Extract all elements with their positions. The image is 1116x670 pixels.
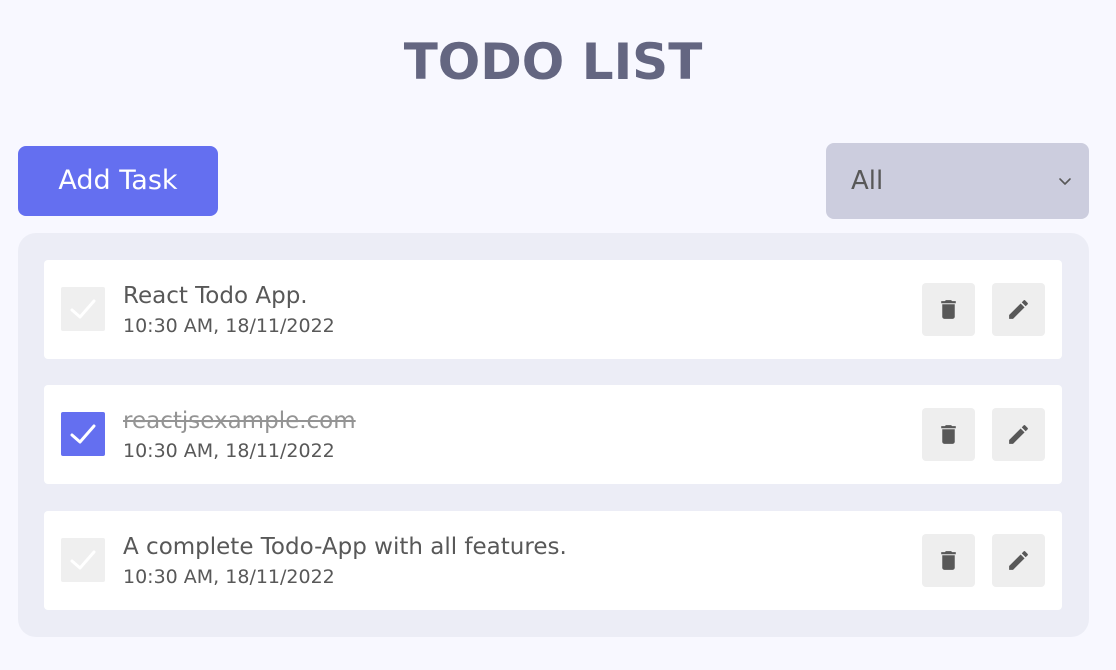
todo-title: reactjsexample.com — [123, 408, 356, 434]
delete-button[interactable] — [922, 283, 975, 336]
todo-checkbox[interactable] — [61, 538, 105, 582]
pencil-icon — [1009, 300, 1028, 319]
todo-title: React Todo App. — [123, 283, 308, 309]
todo-title: A complete Todo-App with all features. — [123, 534, 567, 560]
todo-timestamp: 10:30 AM, 18/11/2022 — [123, 566, 335, 588]
todo-timestamp: 10:30 AM, 18/11/2022 — [123, 440, 335, 462]
todo-item: React Todo App. 10:30 AM, 18/11/2022 — [44, 260, 1062, 359]
edit-button[interactable] — [992, 283, 1045, 336]
delete-button[interactable] — [922, 534, 975, 587]
trash-icon — [941, 551, 956, 570]
trash-icon — [941, 300, 956, 319]
todo-item: A complete Todo-App with all features. 1… — [44, 511, 1062, 610]
pencil-icon — [1009, 425, 1028, 444]
add-task-button[interactable]: Add Task — [18, 146, 218, 216]
todo-item: reactjsexample.com 10:30 AM, 18/11/2022 — [44, 385, 1062, 484]
todo-timestamp: 10:30 AM, 18/11/2022 — [123, 315, 335, 337]
todo-checkbox[interactable] — [61, 412, 105, 456]
edit-button[interactable] — [992, 408, 1045, 461]
pencil-icon — [1009, 551, 1028, 570]
status-filter-value: All — [851, 166, 884, 196]
check-icon — [70, 424, 96, 444]
check-icon — [70, 550, 96, 570]
check-icon — [70, 299, 96, 319]
todo-checkbox[interactable] — [61, 287, 105, 331]
delete-button[interactable] — [922, 408, 975, 461]
status-filter-select[interactable]: All — [826, 143, 1089, 219]
page-title: TODO LIST — [403, 33, 703, 91]
todo-list: React Todo App. 10:30 AM, 18/11/2022 rea… — [18, 233, 1089, 637]
trash-icon — [941, 425, 956, 444]
edit-button[interactable] — [992, 534, 1045, 587]
chevron-down-icon — [1059, 178, 1071, 185]
